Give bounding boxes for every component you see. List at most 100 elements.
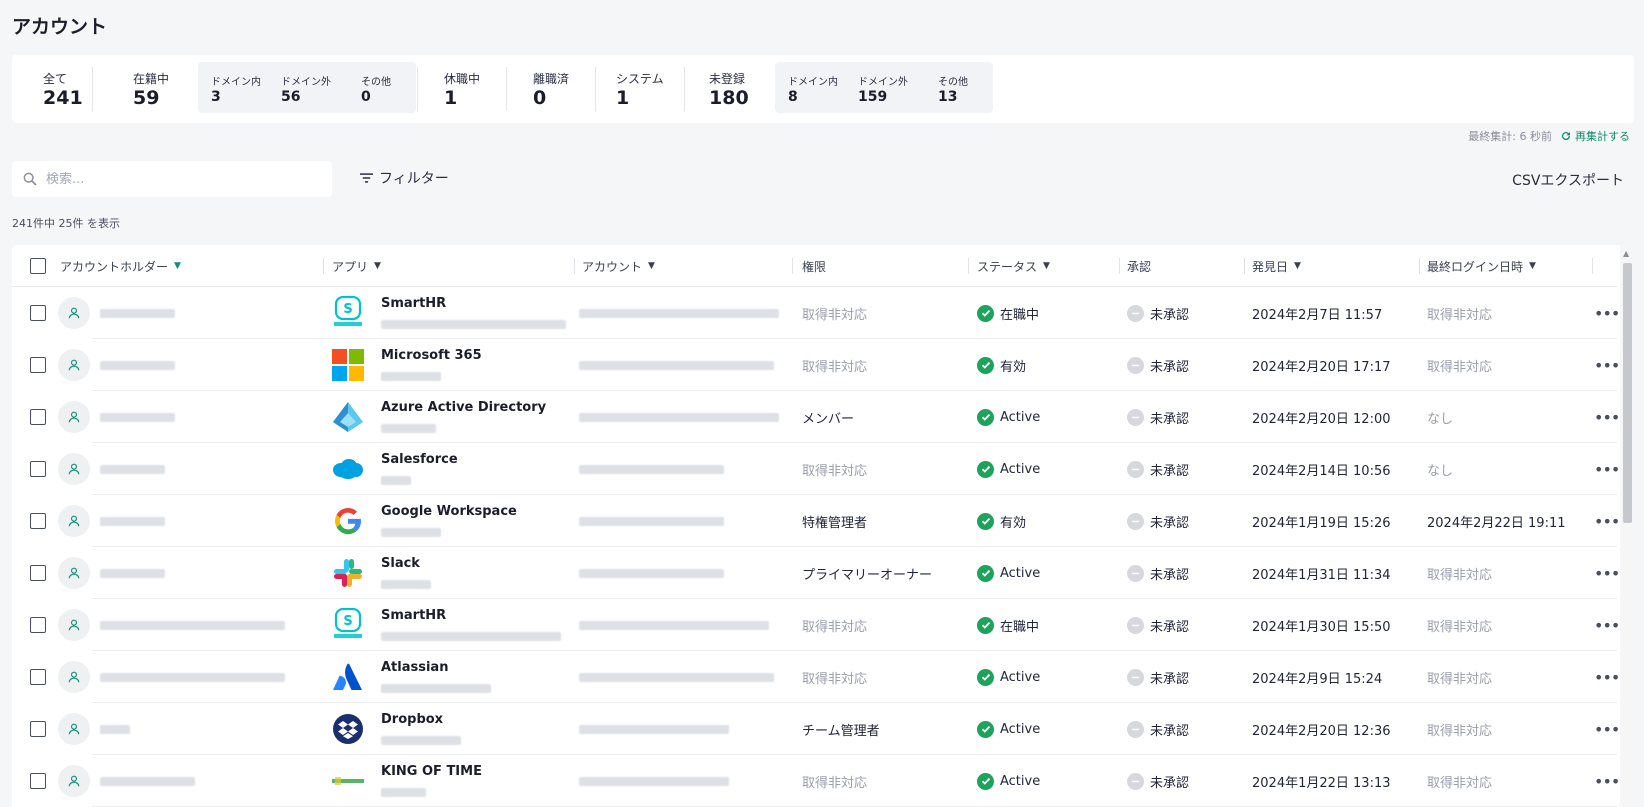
approval-cell[interactable]: 未承認	[1127, 495, 1189, 547]
scroll-up-icon[interactable]: ▲	[1623, 249, 1629, 258]
column-holder[interactable]: アカウントホルダー ▼	[60, 245, 181, 287]
account-id[interactable]	[579, 443, 724, 495]
holder-name[interactable]	[100, 755, 195, 807]
row-checkbox[interactable]	[30, 339, 46, 391]
chevron-down-icon: ▼	[1043, 261, 1050, 271]
account-id[interactable]	[579, 547, 724, 599]
approval-cell[interactable]: 未承認	[1127, 339, 1189, 391]
row-checkbox[interactable]	[30, 703, 46, 755]
check-circle-icon	[977, 304, 994, 322]
app-cell[interactable]: Dropbox	[332, 703, 572, 755]
more-options-icon[interactable]: •••	[1594, 339, 1620, 391]
more-options-icon[interactable]: •••	[1594, 599, 1620, 651]
scrollbar[interactable]: ▲	[1620, 245, 1634, 807]
approval-text: 未承認	[1150, 567, 1190, 583]
account-id[interactable]	[579, 599, 769, 651]
found-date: 2024年2月20日 17:17	[1252, 359, 1391, 375]
status-cell: Active	[977, 703, 1040, 755]
status-cell: 有効	[977, 495, 1026, 547]
more-options-icon[interactable]: •••	[1594, 755, 1620, 807]
search-box[interactable]	[12, 161, 332, 197]
holder-name[interactable]	[100, 547, 165, 599]
row-checkbox[interactable]	[30, 287, 46, 339]
approval-cell[interactable]: 未承認	[1127, 599, 1189, 651]
holder-name[interactable]	[100, 495, 165, 547]
account-id[interactable]	[579, 339, 774, 391]
unregistered-breakdown: ドメイン内 8 ドメイン外 159 その他 13	[775, 62, 993, 113]
table-row[interactable]: S SmartHR 取得非対応 在職中 未承認 2024年2月7日 11:57 …	[12, 287, 1620, 339]
holder-name[interactable]	[100, 703, 130, 755]
app-cell[interactable]: S SmartHR	[332, 287, 572, 339]
account-id[interactable]	[579, 651, 774, 703]
approval-cell[interactable]: 未承認	[1127, 391, 1189, 443]
account-id[interactable]	[579, 495, 724, 547]
more-options-icon[interactable]: •••	[1594, 443, 1620, 495]
approval-cell[interactable]: 未承認	[1127, 651, 1189, 703]
stat-value: 180	[709, 87, 749, 109]
column-last-login[interactable]: 最終ログイン日時 ▼	[1427, 245, 1536, 287]
holder-name[interactable]	[100, 443, 165, 495]
divider	[506, 67, 507, 111]
app-cell[interactable]: KING OF TIME	[332, 755, 572, 807]
app-cell[interactable]: Google Workspace	[332, 495, 572, 547]
approval-cell[interactable]: 未承認	[1127, 443, 1189, 495]
account-id[interactable]	[579, 391, 779, 443]
approval-cell[interactable]: 未承認	[1127, 287, 1189, 339]
approval-cell[interactable]: 未承認	[1127, 755, 1189, 807]
app-cell[interactable]: Atlassian	[332, 651, 572, 703]
chevron-down-icon: ▼	[174, 261, 181, 271]
holder-name[interactable]	[100, 599, 285, 651]
row-checkbox[interactable]	[30, 755, 46, 807]
search-input[interactable]	[46, 171, 306, 187]
more-options-icon[interactable]: •••	[1594, 391, 1620, 443]
column-found[interactable]: 発見日 ▼	[1252, 245, 1301, 287]
table-row[interactable]: Slack プライマリーオーナー Active 未承認 2024年1月31日 1…	[12, 547, 1620, 599]
holder-name[interactable]	[100, 651, 285, 703]
column-app[interactable]: アプリ ▼	[332, 245, 381, 287]
app-cell[interactable]: Slack	[332, 547, 572, 599]
more-options-icon[interactable]: •••	[1594, 495, 1620, 547]
account-id[interactable]	[579, 287, 779, 339]
holder-name[interactable]	[100, 339, 175, 391]
more-options-icon[interactable]: •••	[1594, 703, 1620, 755]
account-id[interactable]	[579, 703, 729, 755]
app-cell[interactable]: Microsoft 365	[332, 339, 572, 391]
column-status[interactable]: ステータス ▼	[977, 245, 1050, 287]
column-account[interactable]: アカウント ▼	[582, 245, 655, 287]
table-row[interactable]: Atlassian 取得非対応 Active 未承認 2024年2月9日 15:…	[12, 651, 1620, 703]
csv-export-button[interactable]: CSVエクスポート	[1512, 170, 1624, 190]
recalc-button[interactable]: 再集計する	[1560, 128, 1630, 144]
sub-value: 8	[788, 89, 798, 105]
account-id[interactable]	[579, 755, 729, 807]
app-cell[interactable]: Salesforce	[332, 443, 572, 495]
row-checkbox[interactable]	[30, 651, 46, 703]
table-row[interactable]: Microsoft 365 取得非対応 有効 未承認 2024年2月20日 17…	[12, 339, 1620, 391]
more-options-icon[interactable]: •••	[1594, 547, 1620, 599]
app-cell[interactable]: Azure Active Directory	[332, 391, 572, 443]
table-row[interactable]: Azure Active Directory メンバー Active 未承認 2…	[12, 391, 1620, 443]
table-row[interactable]: Google Workspace 特権管理者 有効 未承認 2024年1月19日…	[12, 495, 1620, 547]
holder-name[interactable]	[100, 391, 175, 443]
scroll-thumb[interactable]	[1623, 263, 1632, 523]
approval-cell[interactable]: 未承認	[1127, 547, 1189, 599]
row-checkbox[interactable]	[30, 547, 46, 599]
holder-name[interactable]	[100, 287, 175, 339]
select-all-checkbox[interactable]	[30, 245, 46, 287]
table-row[interactable]: KING OF TIME 取得非対応 Active 未承認 2024年1月22日…	[12, 755, 1620, 807]
status-text: Active	[1000, 669, 1041, 685]
filter-label: フィルター	[379, 171, 449, 187]
more-options-icon[interactable]: •••	[1594, 651, 1620, 703]
app-cell[interactable]: S SmartHR	[332, 599, 572, 651]
column-label: アカウントホルダー	[60, 259, 169, 274]
row-checkbox[interactable]	[30, 495, 46, 547]
approval-cell[interactable]: 未承認	[1127, 703, 1189, 755]
app-name: SmartHR	[381, 608, 447, 623]
row-checkbox[interactable]	[30, 443, 46, 495]
table-row[interactable]: Salesforce 取得非対応 Active 未承認 2024年2月14日 1…	[12, 443, 1620, 495]
table-row[interactable]: S SmartHR 取得非対応 在職中 未承認 2024年1月30日 15:50…	[12, 599, 1620, 651]
row-checkbox[interactable]	[30, 599, 46, 651]
filter-button[interactable]: フィルター	[360, 168, 449, 188]
more-options-icon[interactable]: •••	[1594, 287, 1620, 339]
row-checkbox[interactable]	[30, 391, 46, 443]
table-row[interactable]: Dropbox チーム管理者 Active 未承認 2024年2月20日 12:…	[12, 703, 1620, 755]
